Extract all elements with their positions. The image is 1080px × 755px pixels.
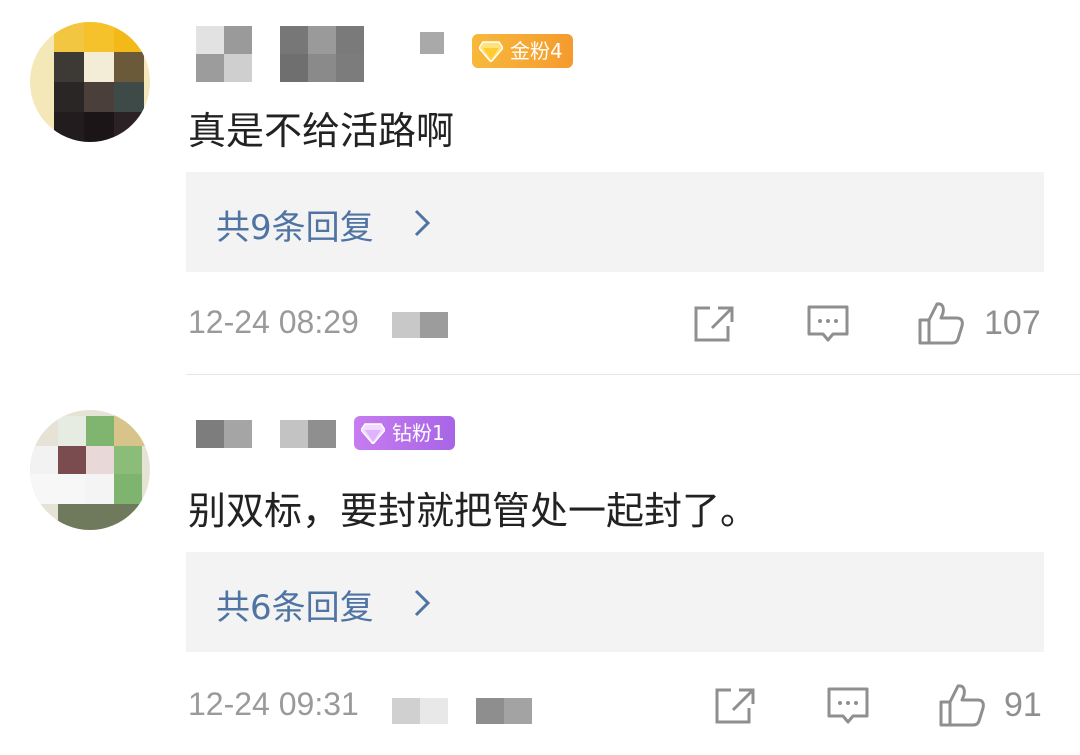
- comment-text: 真是不给活路啊: [188, 109, 455, 153]
- badge-label: 金粉4: [510, 39, 563, 63]
- thumbs-up-icon[interactable]: [917, 300, 965, 346]
- timestamp: 12-24 08:29: [188, 304, 359, 340]
- location-text: [392, 312, 448, 338]
- like-count: 107: [984, 304, 1041, 342]
- fan-badge[interactable]: 金粉4: [472, 34, 573, 68]
- divider: [186, 374, 1080, 375]
- comment-footer: 12-24 09:31 91: [0, 676, 1080, 736]
- comment-footer: 12-24 08:29 107: [0, 294, 1080, 354]
- username[interactable]: [186, 420, 346, 476]
- chevron-right-icon: [414, 209, 431, 237]
- gem-icon: [479, 41, 503, 62]
- badge-label: 钻粉1: [392, 421, 445, 445]
- replies-link[interactable]: 共6条回复: [216, 580, 374, 629]
- comment-text: 别双标，要封就把管处一起封了。: [188, 489, 759, 533]
- avatar[interactable]: [30, 22, 150, 142]
- share-icon[interactable]: [713, 686, 757, 726]
- location-text: [392, 694, 532, 724]
- replies-link[interactable]: 共9条回复: [216, 200, 374, 249]
- username[interactable]: [186, 26, 456, 82]
- comment-item: 金粉4 真是不给活路啊 共9条回复 12-24 08:29 107: [0, 0, 1080, 370]
- timestamp: 12-24 09:31: [188, 686, 359, 722]
- chevron-right-icon: [414, 589, 431, 617]
- replies-box[interactable]: 共6条回复: [186, 552, 1044, 652]
- diamond-icon: [361, 423, 385, 444]
- comment-icon[interactable]: [826, 686, 870, 726]
- avatar[interactable]: [30, 410, 150, 530]
- share-icon[interactable]: [692, 304, 736, 344]
- like-count: 91: [1004, 686, 1042, 724]
- comment-item: 钻粉1 别双标，要封就把管处一起封了。 共6条回复 12-24 09:31 91: [0, 376, 1080, 755]
- fan-badge[interactable]: 钻粉1: [354, 416, 455, 450]
- comment-icon[interactable]: [806, 304, 850, 344]
- replies-box[interactable]: 共9条回复: [186, 172, 1044, 272]
- thumbs-up-icon[interactable]: [938, 682, 986, 728]
